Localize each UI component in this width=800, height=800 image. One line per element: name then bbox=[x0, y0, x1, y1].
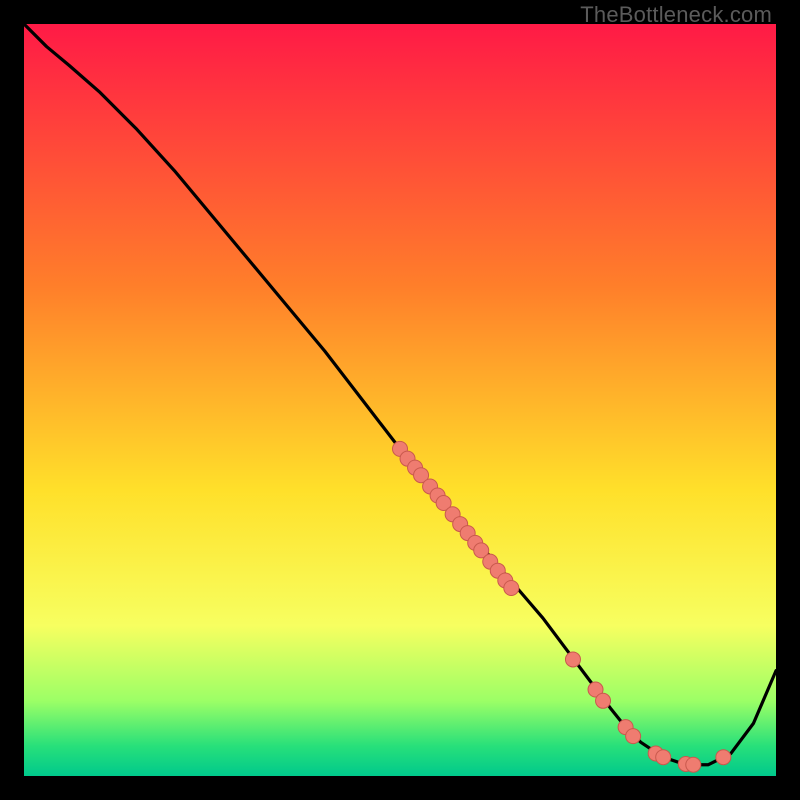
data-point bbox=[565, 652, 580, 667]
chart-frame bbox=[24, 24, 776, 776]
gradient-background bbox=[24, 24, 776, 776]
data-point bbox=[626, 729, 641, 744]
data-point bbox=[716, 750, 731, 765]
data-point bbox=[686, 757, 701, 772]
data-point bbox=[656, 750, 671, 765]
data-point bbox=[596, 693, 611, 708]
chart-svg bbox=[24, 24, 776, 776]
data-point bbox=[504, 581, 519, 596]
